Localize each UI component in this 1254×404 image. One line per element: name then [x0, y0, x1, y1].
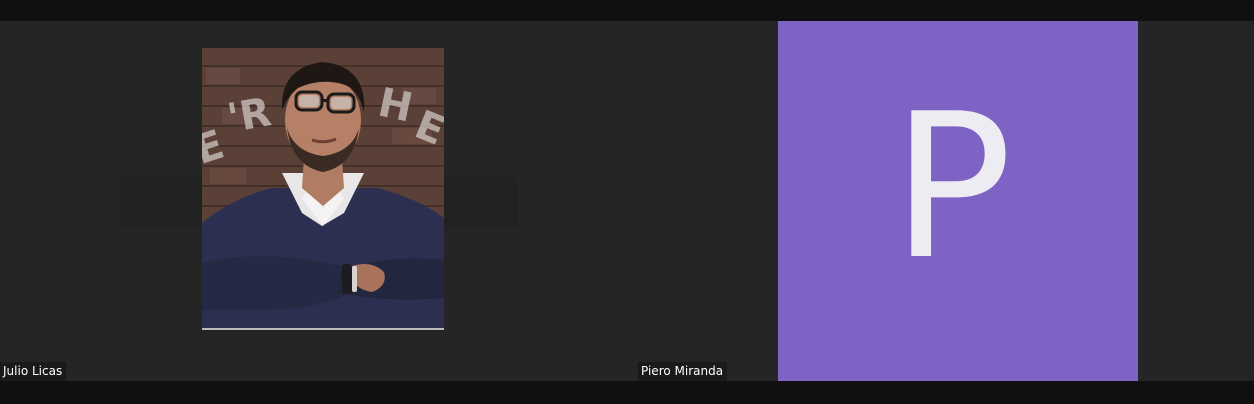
avatar-initial: P: [891, 71, 1013, 304]
participant-profile-photo: E 'R H E: [202, 48, 444, 330]
svg-text:'R: 'R: [224, 89, 274, 142]
participant-name-label: Julio Licas: [0, 362, 67, 381]
top-bar: [0, 0, 1254, 21]
participant-tile-julio-licas[interactable]: E 'R H E Julio Licas: [0, 21, 638, 381]
bottom-bar: [0, 381, 1254, 404]
video-gallery: E 'R H E Julio Licas P Piero Miranda: [0, 21, 1254, 381]
participant-avatar: P: [778, 21, 1138, 381]
participant-name-label: Piero Miranda: [638, 362, 728, 381]
meeting-window: E 'R H E Julio Licas P Piero Miranda: [0, 0, 1254, 404]
participant-tile-piero-miranda[interactable]: P Piero Miranda: [638, 21, 1254, 381]
